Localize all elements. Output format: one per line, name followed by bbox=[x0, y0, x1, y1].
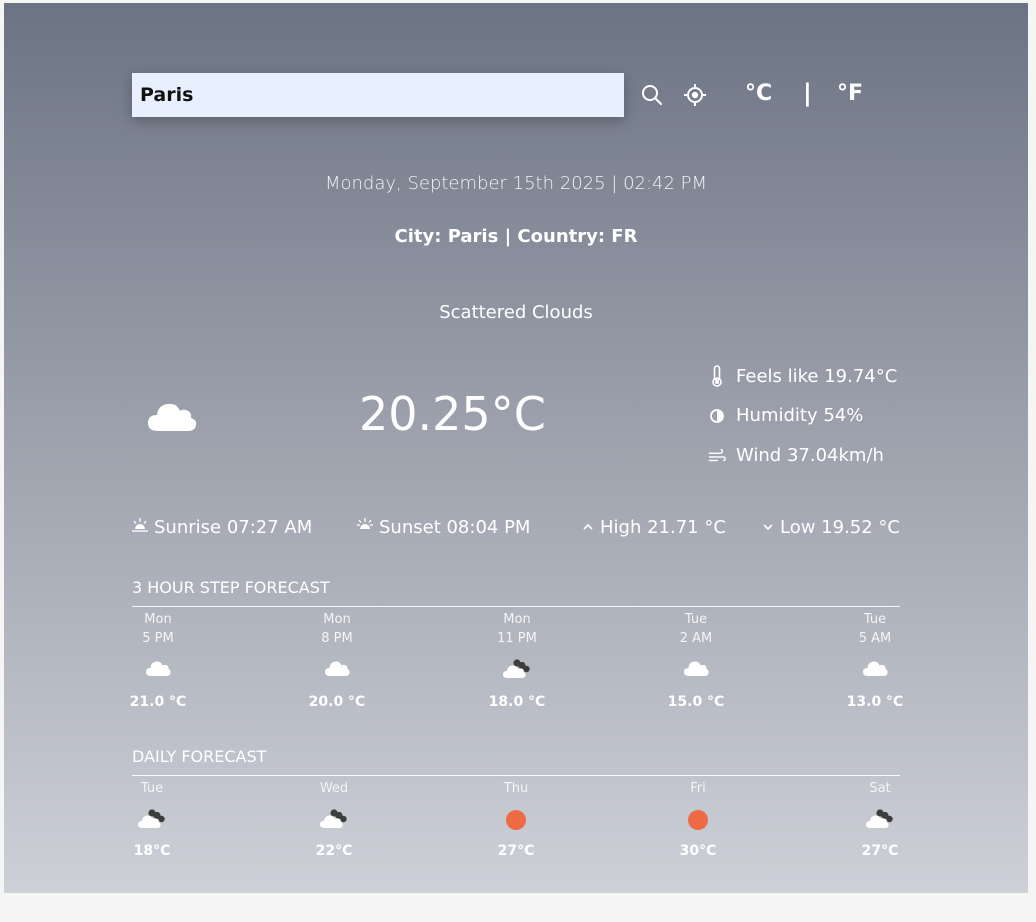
wind-icon bbox=[708, 448, 726, 464]
hourly-day: Mon bbox=[503, 612, 531, 627]
wind-text: Wind 37.04km/h bbox=[736, 445, 884, 466]
weather-description: Scattered Clouds bbox=[439, 302, 593, 323]
search-icon[interactable] bbox=[639, 82, 665, 108]
humidity-icon bbox=[708, 408, 726, 424]
search-input[interactable] bbox=[132, 73, 624, 117]
weather-app: °C | °F Monday, September 15th 2025 | 02… bbox=[4, 3, 1028, 893]
hourly-time: 2 AM bbox=[679, 631, 713, 646]
cloud-icon bbox=[324, 659, 350, 681]
hourly-temp: 18.0 °C bbox=[488, 694, 546, 710]
daily-forecast-item: Thu 27°C bbox=[471, 781, 561, 859]
hourly-day: Tue bbox=[863, 612, 887, 627]
hourly-forecast-item: Mon 8 PM 20.0 °C bbox=[292, 612, 382, 710]
hourly-forecast-title: 3 HOUR STEP FORECAST bbox=[132, 578, 330, 597]
feels-like-stat: Feels like 19.74°C bbox=[708, 365, 897, 387]
broken-clouds-icon bbox=[502, 657, 532, 683]
hourly-time: 5 PM bbox=[142, 631, 174, 646]
hourly-day: Mon bbox=[323, 612, 351, 627]
thermometer-icon bbox=[708, 365, 726, 387]
unit-separator: | bbox=[803, 79, 812, 107]
date-time: Monday, September 15th 2025 | 02:42 PM bbox=[324, 173, 708, 194]
daily-day: Tue bbox=[140, 781, 164, 796]
feels-like-text: Feels like 19.74°C bbox=[736, 365, 898, 387]
hourly-time: 8 PM bbox=[321, 631, 353, 646]
sun-icon bbox=[688, 810, 708, 830]
humidity-text: Humidity 54% bbox=[736, 405, 864, 426]
daily-temp: 18°C bbox=[133, 843, 171, 859]
hourly-day: Mon bbox=[144, 612, 172, 627]
broken-clouds-icon bbox=[137, 807, 167, 833]
sunset-icon bbox=[357, 517, 373, 538]
daily-day: Sat bbox=[869, 781, 891, 796]
daily-forecast-title: DAILY FORECAST bbox=[132, 747, 267, 766]
hourly-temp: 20.0 °C bbox=[308, 694, 366, 710]
chevron-down-icon bbox=[762, 517, 774, 538]
low-temp-text: Low 19.52 °C bbox=[780, 517, 900, 538]
sunrise-text: Sunrise 07:27 AM bbox=[154, 517, 313, 538]
hourly-divider bbox=[132, 606, 900, 607]
hourly-temp: 15.0 °C bbox=[667, 694, 725, 710]
daily-divider bbox=[132, 775, 900, 776]
daily-temp: 22°C bbox=[315, 843, 353, 859]
sunrise-icon bbox=[132, 517, 148, 538]
hourly-forecast-item: Tue 5 AM 13.0 °C bbox=[830, 612, 920, 710]
fahrenheit-toggle[interactable]: °F bbox=[837, 81, 863, 106]
cloud-icon bbox=[146, 399, 198, 437]
sunrise-stat: Sunrise 07:27 AM bbox=[132, 517, 312, 538]
cloud-icon bbox=[145, 659, 171, 681]
high-temp-text: High 21.71 °C bbox=[600, 517, 726, 538]
sun-icon bbox=[506, 810, 526, 830]
cloud-icon bbox=[683, 659, 709, 681]
daily-temp: 27°C bbox=[497, 843, 535, 859]
hourly-day: Tue bbox=[684, 612, 708, 627]
daily-forecast-item: Fri 30°C bbox=[653, 781, 743, 859]
daily-temp: 27°C bbox=[861, 843, 899, 859]
hourly-forecast-item: Mon 5 PM 21.0 °C bbox=[113, 612, 203, 710]
daily-temp: 30°C bbox=[679, 843, 717, 859]
location-crosshair-icon[interactable] bbox=[682, 82, 708, 108]
hourly-temp: 21.0 °C bbox=[129, 694, 187, 710]
daily-forecast-item: Tue 18°C bbox=[107, 781, 197, 859]
celsius-toggle[interactable]: °C bbox=[745, 81, 772, 106]
wind-stat: Wind 37.04km/h bbox=[708, 445, 884, 466]
hourly-time: 11 PM bbox=[497, 631, 537, 646]
current-temperature: 20.25°C bbox=[359, 387, 546, 441]
sunset-stat: Sunset 08:04 PM bbox=[357, 517, 530, 538]
daily-forecast-item: Sat 27°C bbox=[835, 781, 925, 859]
hourly-forecast-item: Tue 2 AM 15.0 °C bbox=[651, 612, 741, 710]
daily-day: Thu bbox=[503, 781, 529, 796]
broken-clouds-icon bbox=[319, 807, 349, 833]
daily-day: Fri bbox=[690, 781, 706, 796]
high-temp-stat: High 21.71 °C bbox=[582, 517, 726, 538]
broken-clouds-icon bbox=[865, 807, 895, 833]
city-country: City: Paris | Country: FR bbox=[394, 226, 638, 247]
daily-forecast-item: Wed 22°C bbox=[289, 781, 379, 859]
daily-day: Wed bbox=[319, 781, 349, 796]
humidity-stat: Humidity 54% bbox=[708, 405, 863, 426]
low-temp-stat: Low 19.52 °C bbox=[762, 517, 900, 538]
chevron-up-icon bbox=[582, 517, 594, 538]
cloud-icon bbox=[862, 659, 888, 681]
hourly-time: 5 AM bbox=[858, 631, 892, 646]
hourly-temp: 13.0 °C bbox=[846, 694, 904, 710]
hourly-forecast-item: Mon 11 PM 18.0 °C bbox=[472, 612, 562, 710]
sunset-text: Sunset 08:04 PM bbox=[379, 517, 531, 538]
